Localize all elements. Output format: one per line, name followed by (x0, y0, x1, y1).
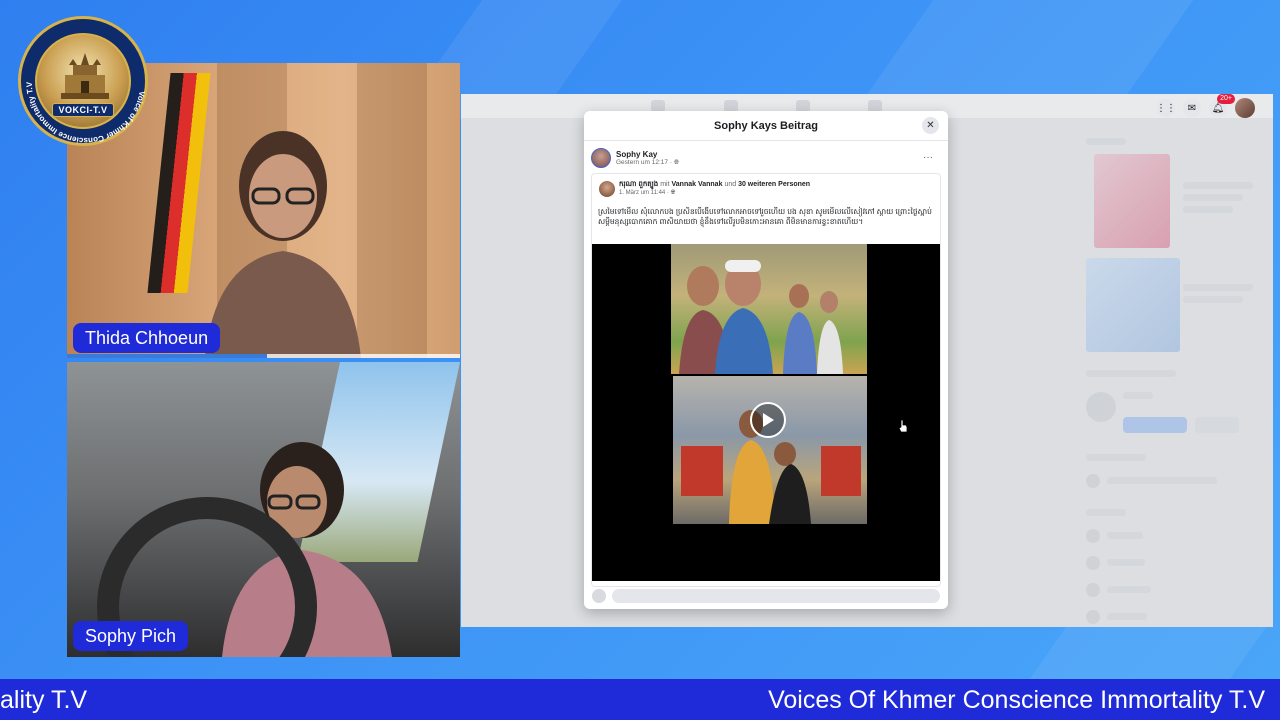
ad-text (1183, 284, 1253, 291)
play-icon[interactable] (750, 402, 786, 438)
bg-stripe (866, 0, 1194, 95)
bell-icon[interactable]: 🔔︎ 20+ (1209, 94, 1235, 117)
comment-bar (592, 588, 940, 604)
contact-name[interactable] (1107, 532, 1143, 539)
ad-text (1183, 194, 1243, 201)
post-time-text[interactable]: Gestern um 12:17 · (616, 159, 674, 166)
shared-with: mit (660, 181, 670, 188)
post-header: Sophy Kay Gestern um 12:17 · 🌐︎ ··· (591, 148, 941, 168)
ad-image (1094, 154, 1170, 248)
shared-author-line: ករុណា ពួកត្បូង mit Vannak Vannak und 30 … (619, 180, 810, 190)
modal-header: Sophy Kays Beitrag ✕ (584, 111, 948, 141)
channel-logo: Voice of Khmer Conscience Immortality T.… (18, 16, 148, 146)
participant-video-host (205, 131, 361, 358)
fb-right-sidebar (1083, 134, 1263, 624)
sidebar-section (1086, 454, 1146, 461)
post-modal: Sophy Kays Beitrag ✕ Sophy Kay Gestern u… (584, 111, 948, 609)
shared-post-header: ករុណា ពួកត្បូង mit Vannak Vannak und 30 … (599, 180, 810, 197)
contact-avatar[interactable] (1086, 556, 1100, 570)
remove-button[interactable] (1195, 417, 1239, 433)
video-frame-top (671, 244, 867, 374)
messenger-icon[interactable]: ✉ (1183, 99, 1201, 117)
post-timestamp[interactable]: Gestern um 12:17 · 🌐︎ (616, 159, 679, 167)
post-author[interactable]: Sophy Kay (616, 150, 679, 159)
commenter-avatar (592, 589, 606, 603)
shared-timestamp[interactable]: 1. März um 11:44 · 🌐︎ (619, 190, 810, 197)
ad-image (1086, 258, 1180, 352)
contact-avatar[interactable] (1086, 583, 1100, 597)
bg-stripe (1028, 620, 1272, 680)
sidebar-header (1086, 138, 1126, 145)
ticker-text-scrolling: ality T.V (0, 686, 88, 714)
contact-name[interactable] (1107, 586, 1151, 593)
shared-author[interactable]: ករុណា ពួកត្បូង (619, 181, 658, 188)
logo-badge: VOKCI-T.V (52, 103, 114, 117)
contact-avatar[interactable] (1086, 529, 1100, 543)
list-avatar (1086, 474, 1100, 488)
contact-name[interactable] (1107, 559, 1145, 566)
contact-avatar[interactable] (1086, 610, 1100, 624)
shared-post: ករុណា ពួកត្បូង mit Vannak Vannak und 30 … (591, 173, 941, 587)
sidebar-section (1086, 509, 1126, 516)
ad-text (1183, 206, 1233, 213)
news-ticker: ality T.V Voices Of Khmer Conscience Imm… (0, 679, 1280, 720)
video-people-bottom (681, 410, 861, 524)
temple-icon (61, 53, 109, 99)
audio-level-fill (67, 354, 268, 358)
shared-post-text: ស្រមៃទៅមើល សុំលោកបង ប្រសិនបើងើបទៅលោកអាចទ… (598, 207, 932, 226)
globe-icon: 🌐︎ (670, 190, 676, 196)
notification-badge: 20+ (1217, 94, 1235, 104)
friend-name (1123, 392, 1153, 399)
post-author-avatar[interactable] (591, 148, 611, 168)
profile-avatar[interactable] (1235, 98, 1255, 118)
video-people-top (679, 260, 843, 374)
comment-input[interactable] (612, 589, 940, 603)
play-triangle (763, 413, 774, 427)
ad-text (1183, 182, 1253, 189)
hand-cursor-icon (898, 419, 908, 433)
shared-others[interactable]: 30 weiteren Personen (738, 181, 810, 188)
shared-and: und (724, 181, 737, 188)
ad-text (1183, 296, 1243, 303)
friend-avatar (1086, 392, 1116, 422)
participant-name-host: Thida Chhoeun (73, 323, 221, 353)
contact-name[interactable] (1107, 613, 1147, 620)
ticker-text: Voices Of Khmer Conscience Immortality T… (768, 686, 1265, 714)
list-text (1107, 477, 1217, 484)
video-tile-guest[interactable]: Sophy Pich (67, 362, 460, 657)
confirm-button[interactable] (1123, 417, 1187, 433)
video-frame-bottom (673, 376, 867, 524)
more-icon[interactable]: ··· (923, 152, 933, 163)
close-icon[interactable]: ✕ (922, 117, 939, 134)
video-player[interactable] (592, 244, 940, 581)
shared-tagged[interactable]: Vannak Vannak (672, 181, 723, 188)
grid-icon[interactable]: ⋮⋮ (1156, 99, 1176, 117)
participant-name-guest: Sophy Pich (73, 621, 189, 651)
sidebar-section (1086, 370, 1176, 377)
audio-level-bar (67, 354, 460, 358)
globe-icon: 🌐︎ (673, 158, 680, 166)
logo-emblem: VOKCI-T.V (35, 33, 131, 129)
modal-title: Sophy Kays Beitrag (714, 119, 818, 132)
shared-author-avatar[interactable] (599, 180, 615, 197)
shared-time-text[interactable]: 1. März um 11:44 · (619, 190, 671, 196)
